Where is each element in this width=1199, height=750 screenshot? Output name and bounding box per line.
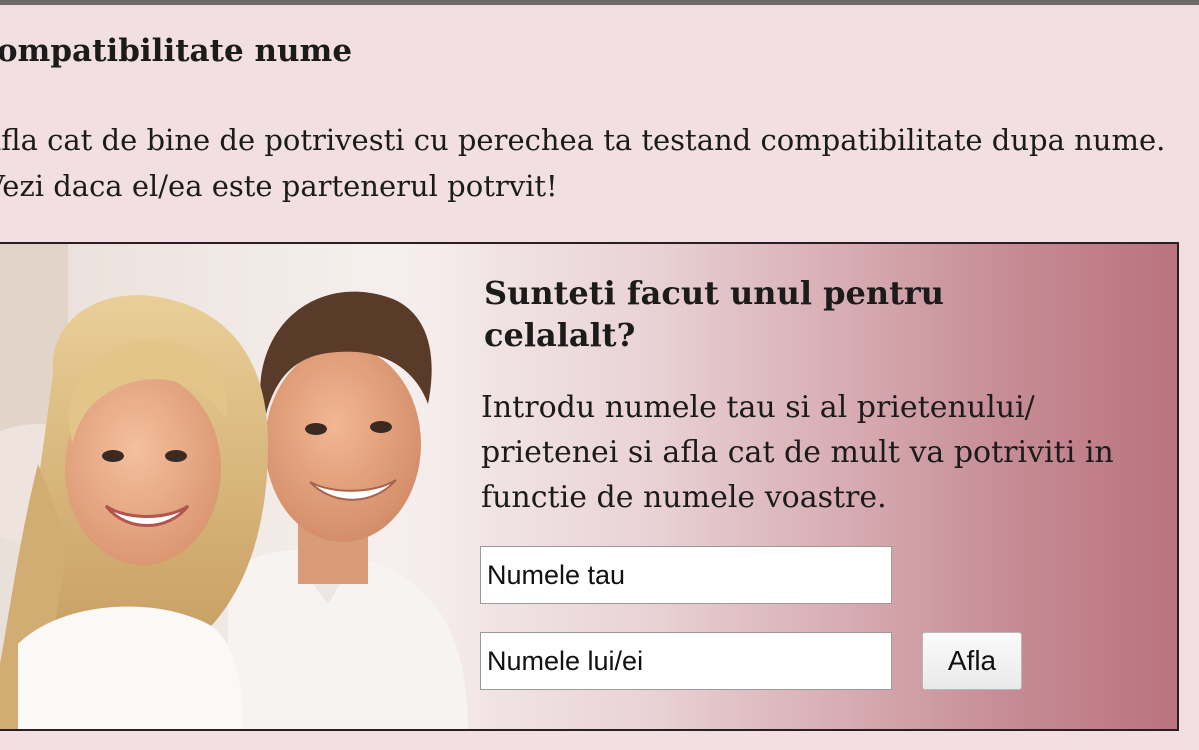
partner-name-input[interactable] <box>480 632 892 690</box>
promo-heading: Sunteti facut unul pentru celalalt? <box>484 274 945 354</box>
your-name-input[interactable] <box>480 546 892 604</box>
promo-description: Introdu numele tau si al prietenului/ pr… <box>481 390 1114 515</box>
intro-text: afla cat de bine de potrivesti cu perech… <box>0 123 1166 203</box>
afla-button[interactable]: Afla <box>922 632 1022 690</box>
couple-photo <box>0 244 488 729</box>
top-divider <box>0 0 1199 5</box>
page-title: compatibilitate nume <box>0 33 353 69</box>
